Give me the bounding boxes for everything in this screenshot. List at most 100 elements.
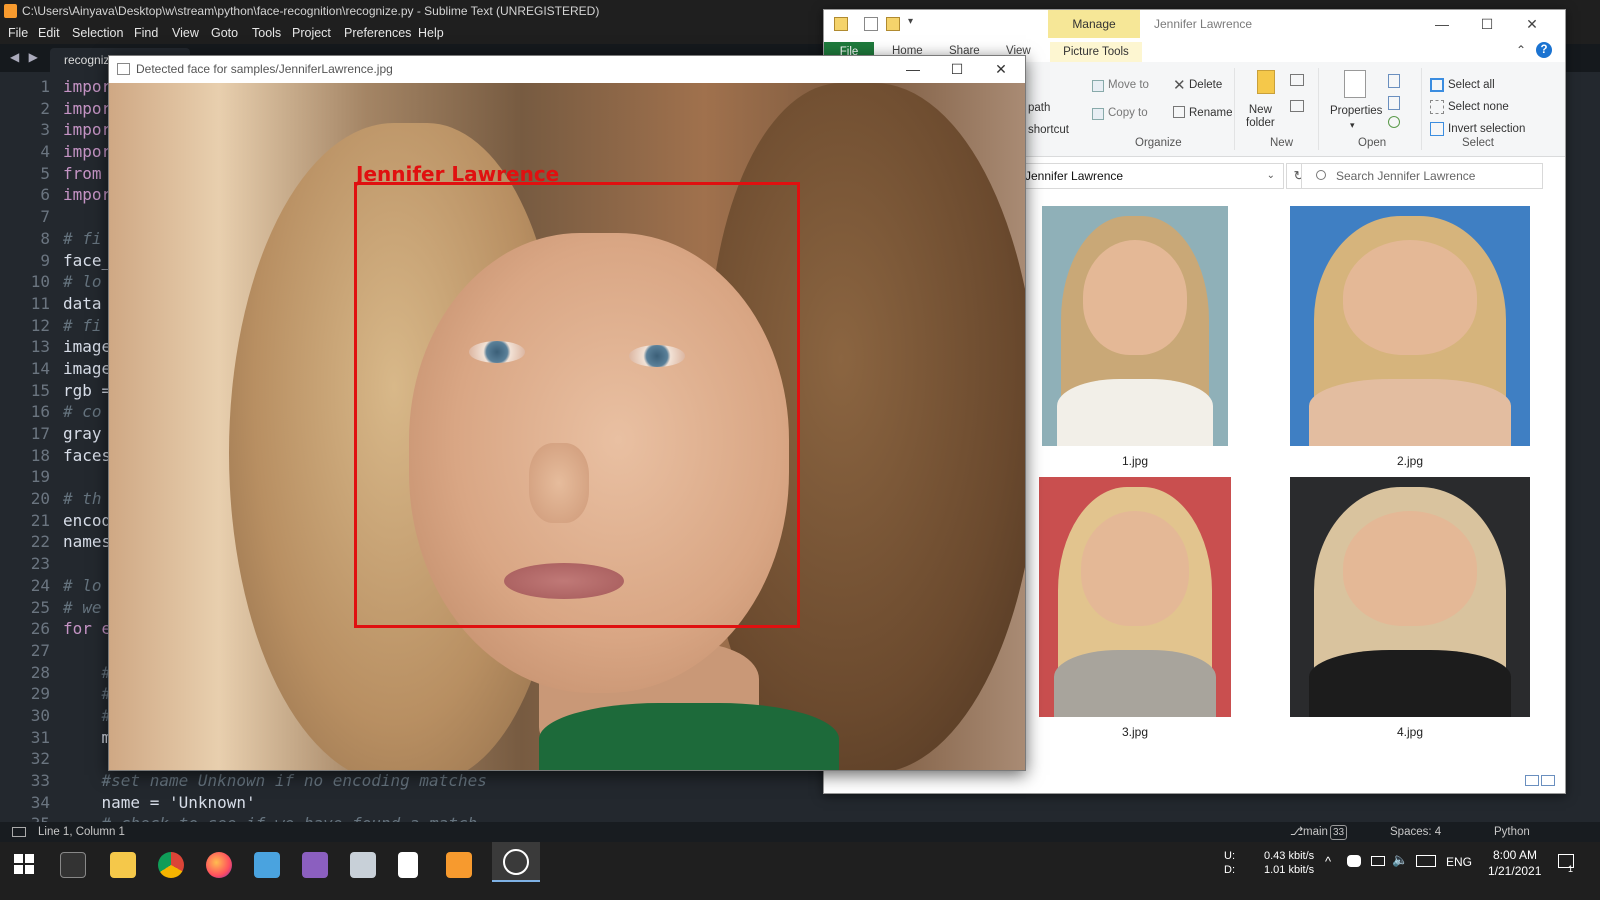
keyboard-icon[interactable] bbox=[1416, 855, 1436, 867]
line-number: 7 bbox=[40, 207, 50, 227]
new-folder-button[interactable]: New folder bbox=[1246, 104, 1275, 130]
menu-goto[interactable]: Goto bbox=[211, 22, 238, 44]
quick-access-dropdown-icon[interactable]: ▾ bbox=[908, 16, 913, 27]
menu-selection[interactable]: Selection bbox=[72, 22, 123, 44]
menu-view[interactable]: View bbox=[172, 22, 199, 44]
file-thumbnail-1[interactable] bbox=[1042, 206, 1228, 446]
terminal-icon[interactable] bbox=[60, 852, 86, 878]
tab-nav-arrows-icon[interactable]: ◀ ▶ bbox=[10, 50, 41, 64]
close-icon[interactable]: ✕ bbox=[1510, 10, 1554, 38]
select-all-button[interactable]: Select all bbox=[1448, 79, 1495, 91]
close-icon[interactable]: ✕ bbox=[979, 56, 1023, 83]
file-thumbnail-4[interactable] bbox=[1290, 477, 1530, 717]
copy-path-button[interactable]: path bbox=[1028, 102, 1050, 114]
line-number: 13 bbox=[30, 337, 50, 357]
maximize-icon[interactable]: ☐ bbox=[935, 56, 979, 83]
delete-button[interactable]: Delete bbox=[1189, 79, 1222, 91]
new-group-label: New bbox=[1270, 137, 1294, 149]
minimize-icon[interactable]: — bbox=[891, 56, 935, 83]
file-name-4[interactable]: 4.jpg bbox=[1317, 725, 1503, 739]
line-number: 18 bbox=[30, 445, 50, 465]
history-icon[interactable] bbox=[1388, 116, 1400, 128]
app-icon[interactable] bbox=[350, 852, 376, 878]
thumbnail-face bbox=[1081, 510, 1189, 626]
search-icon bbox=[1316, 170, 1326, 180]
select-none-button[interactable]: Select none bbox=[1448, 101, 1509, 113]
git-branch[interactable]: main bbox=[1303, 822, 1328, 842]
tab-picture-tools[interactable]: Picture Tools bbox=[1050, 42, 1142, 62]
properties-dropdown-icon[interactable]: ▾ bbox=[1350, 120, 1355, 131]
file-name-1[interactable]: 1.jpg bbox=[1042, 454, 1228, 468]
file-thumbnail-3[interactable] bbox=[1039, 477, 1231, 717]
menu-find[interactable]: Find bbox=[134, 22, 158, 44]
properties-quick-icon[interactable] bbox=[864, 17, 878, 31]
paste-shortcut-button[interactable]: shortcut bbox=[1028, 124, 1069, 136]
clock-date[interactable]: 1/21/2021 bbox=[1488, 864, 1541, 878]
invert-selection-button[interactable]: Invert selection bbox=[1448, 123, 1525, 135]
search-box[interactable]: Search Jennifer Lawrence bbox=[1301, 163, 1543, 189]
clock-time[interactable]: 8:00 AM bbox=[1493, 848, 1537, 862]
panel-toggle-icon[interactable] bbox=[12, 827, 26, 837]
indentation-setting[interactable]: Spaces: 4 bbox=[1390, 822, 1441, 842]
line-number: 8 bbox=[40, 228, 50, 248]
edit-icon[interactable] bbox=[1388, 96, 1400, 110]
menu-edit[interactable]: Edit bbox=[38, 22, 60, 44]
view-toggle[interactable] bbox=[1523, 773, 1557, 787]
new-folder-quick-icon[interactable] bbox=[886, 17, 900, 31]
menu-tools[interactable]: Tools bbox=[252, 22, 281, 44]
firefox-icon[interactable] bbox=[206, 852, 232, 878]
new-folder-icon bbox=[1257, 70, 1275, 94]
line-number: 30 bbox=[30, 705, 50, 725]
maximize-icon[interactable]: ☐ bbox=[1465, 10, 1509, 38]
network-icon[interactable] bbox=[1371, 856, 1385, 866]
sublime-icon[interactable] bbox=[446, 852, 472, 878]
volume-icon[interactable]: 🔈 bbox=[1392, 852, 1408, 868]
syntax-setting[interactable]: Python bbox=[1494, 822, 1530, 842]
easy-access-icon[interactable] bbox=[1290, 100, 1304, 112]
chrome-icon[interactable] bbox=[158, 852, 184, 878]
new-item-icon[interactable] bbox=[1290, 74, 1304, 86]
large-icons-view-icon[interactable] bbox=[1541, 775, 1555, 786]
file-thumbnail-2[interactable] bbox=[1290, 206, 1530, 446]
details-view-icon[interactable] bbox=[1525, 775, 1539, 786]
rename-button[interactable]: Rename bbox=[1189, 107, 1232, 119]
chevron-up-icon[interactable]: ^ bbox=[1325, 854, 1331, 869]
app-icon[interactable] bbox=[254, 852, 280, 878]
windows-logo-icon[interactable] bbox=[14, 854, 34, 874]
code-line[interactable]: name = 'Unknown' bbox=[63, 792, 487, 814]
language-indicator[interactable]: ENG bbox=[1446, 855, 1472, 869]
open-group-label: Open bbox=[1358, 137, 1387, 149]
active-app-slot[interactable] bbox=[492, 842, 540, 882]
menu-preferences[interactable]: Preferences bbox=[344, 22, 411, 44]
folder-icon[interactable] bbox=[110, 852, 136, 878]
app-icon[interactable] bbox=[302, 852, 328, 878]
address-dropdown-icon[interactable]: ⌄ bbox=[1267, 164, 1275, 188]
file-name-3[interactable]: 3.jpg bbox=[1042, 725, 1228, 739]
move-to-button[interactable]: Move to bbox=[1108, 79, 1149, 91]
ribbon-collapse-icon[interactable]: ⌃ bbox=[1516, 43, 1526, 57]
open-icon[interactable] bbox=[1388, 74, 1400, 88]
image-shirt bbox=[539, 703, 839, 770]
line-number: 11 bbox=[30, 293, 50, 313]
thumbnail-body bbox=[1054, 649, 1216, 717]
menu-file[interactable]: File bbox=[8, 22, 28, 44]
code-line[interactable]: #set name Unknown if no encoding matches bbox=[63, 770, 487, 792]
taskbar: U: D: 0.43 kbit/s 1.01 kbit/s ^ 🔈 ENG 8:… bbox=[0, 842, 1600, 900]
explorer-titlebar: ▾ Manage Jennifer Lawrence — ☐ ✕ bbox=[824, 10, 1565, 42]
properties-button[interactable]: Properties bbox=[1330, 105, 1382, 117]
properties-icon bbox=[1344, 70, 1366, 98]
minimize-icon[interactable]: — bbox=[1420, 10, 1464, 38]
line-number: 32 bbox=[30, 749, 50, 769]
tab-manage[interactable]: Manage bbox=[1048, 10, 1140, 38]
file-name-2[interactable]: 2.jpg bbox=[1317, 454, 1503, 468]
organize-group-label: Organize bbox=[1135, 137, 1182, 149]
copy-to-button[interactable]: Copy to bbox=[1108, 107, 1148, 119]
menu-help[interactable]: Help bbox=[418, 22, 444, 44]
discord-icon[interactable] bbox=[1347, 855, 1361, 867]
menu-project[interactable]: Project bbox=[292, 22, 331, 44]
address-bar[interactable]: Jennifer Lawrence ⌄ bbox=[1020, 163, 1284, 189]
help-icon[interactable]: ? bbox=[1536, 42, 1552, 58]
line-number: 19 bbox=[30, 467, 50, 487]
cursor-position[interactable]: Line 1, Column 1 bbox=[38, 822, 125, 842]
document-icon[interactable] bbox=[398, 852, 418, 878]
